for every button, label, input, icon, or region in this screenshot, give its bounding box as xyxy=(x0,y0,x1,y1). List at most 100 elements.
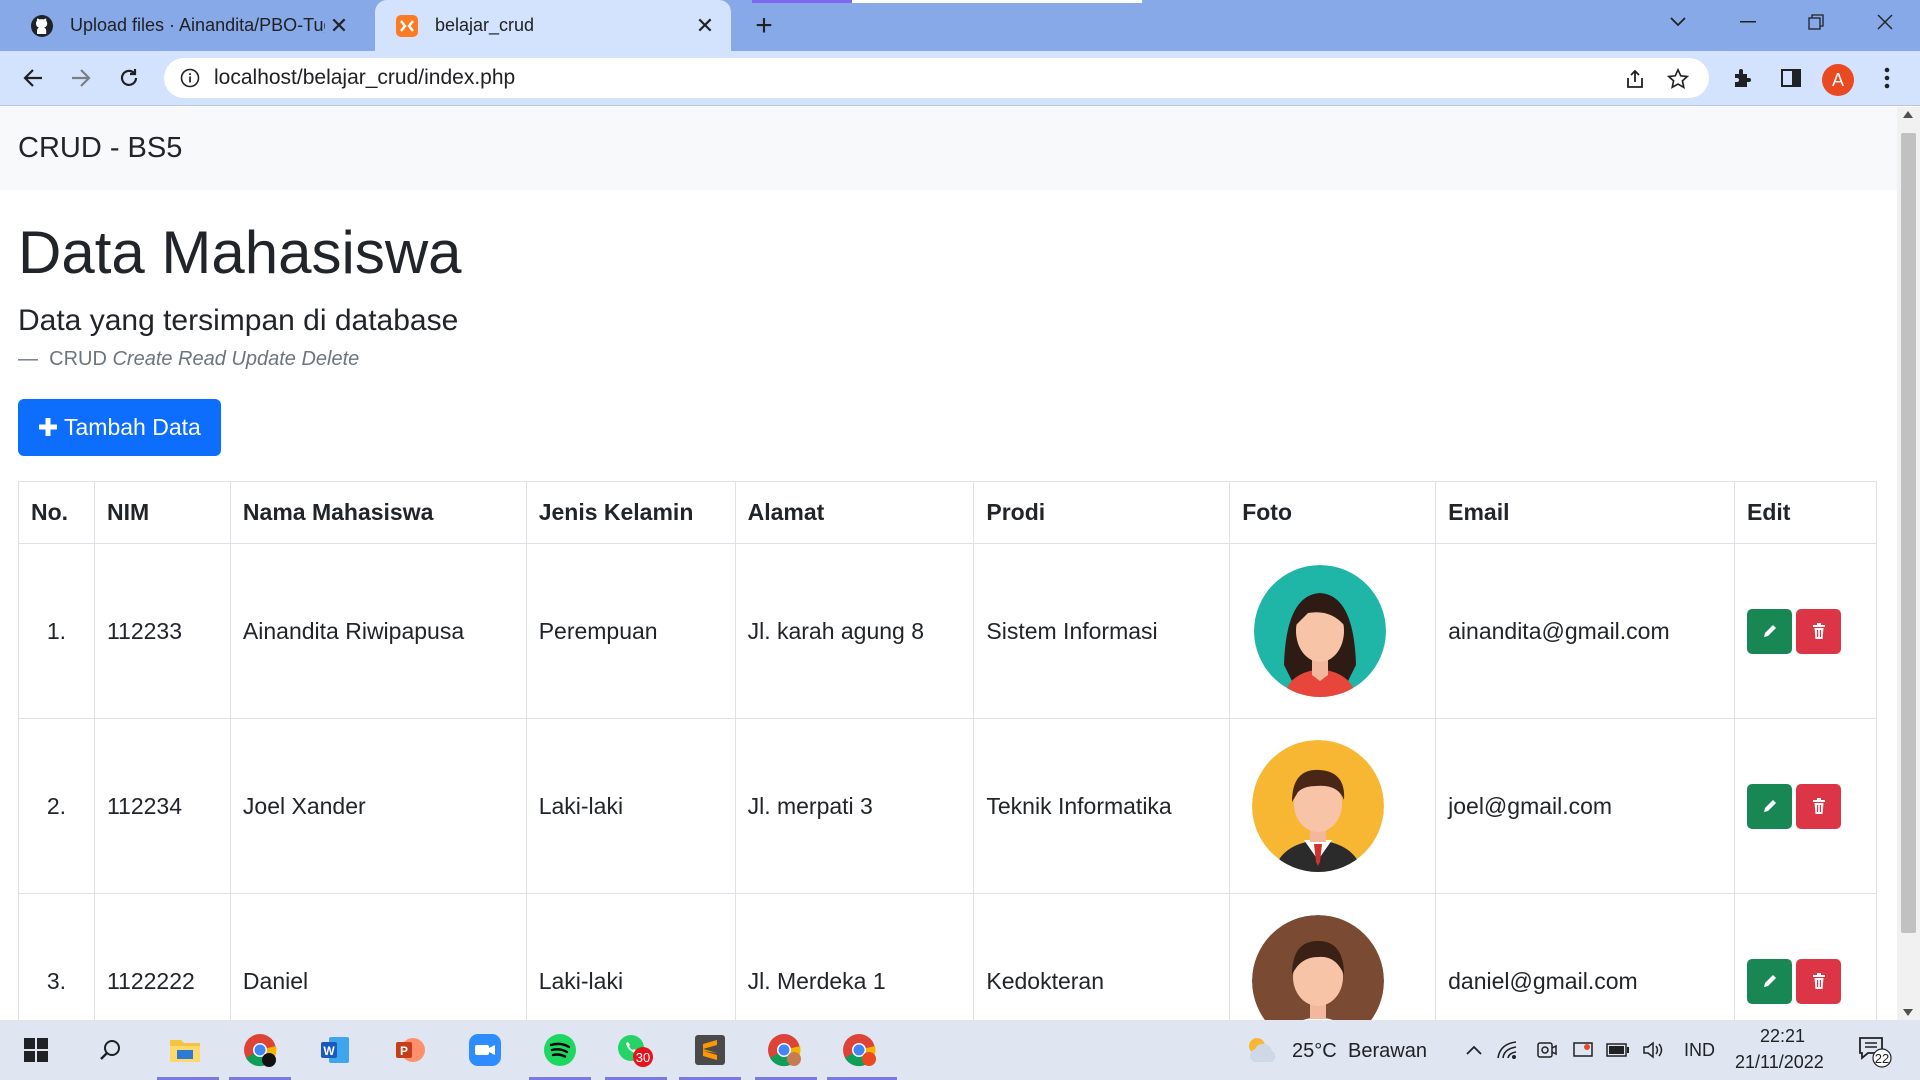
profile-avatar[interactable]: A xyxy=(1822,64,1854,96)
cell-prodi: Sistem Informasi xyxy=(973,543,1231,719)
blockquote-footer: — CRUD Create Read Update Delete xyxy=(18,348,360,370)
browser-toolbar: localhost/belajar_crud/index.php A xyxy=(0,51,1920,106)
word-icon[interactable]: W xyxy=(315,1030,355,1070)
close-icon[interactable]: ✕ xyxy=(325,12,353,40)
minimize-icon[interactable] xyxy=(1718,0,1778,44)
battery-icon[interactable] xyxy=(1603,1030,1633,1070)
browser-tab-strip: Upload files · Ainandita/PBO-Tug ✕ belaj… xyxy=(0,0,1920,51)
cell-prodi: Kedokteran xyxy=(973,893,1231,1020)
cell-jenis-kelamin: Laki-laki xyxy=(525,718,736,894)
weather-desc[interactable]: Berawan xyxy=(1348,1040,1427,1063)
tab-upload-files[interactable]: Upload files · Ainandita/PBO-Tug ✕ xyxy=(10,0,365,51)
reload-icon[interactable] xyxy=(110,59,148,97)
tab-search-icon[interactable] xyxy=(1648,0,1708,44)
camera-icon[interactable] xyxy=(1532,1030,1562,1070)
web-page: CRUD - BS5 Data Mahasiswa Data yang ters… xyxy=(0,107,1897,1020)
delete-button[interactable] xyxy=(1796,608,1842,654)
table-row: 3. 1122222 Daniel Laki-laki Jl. Merdeka … xyxy=(18,893,1877,1020)
svg-text:W: W xyxy=(323,1044,335,1058)
cell-email: ainandita@gmail.com xyxy=(1435,543,1736,719)
info-icon[interactable] xyxy=(178,66,202,90)
search-icon[interactable] xyxy=(90,1030,130,1070)
tab-title: Upload files · Ainandita/PBO-Tug xyxy=(70,15,325,35)
male-avatar-photo xyxy=(1252,915,1385,1020)
footer-prefix: CRUD xyxy=(49,348,107,370)
trash-icon xyxy=(1812,798,1825,814)
scroll-up-icon[interactable] xyxy=(1903,111,1913,118)
file-explorer-icon[interactable] xyxy=(165,1030,205,1070)
windows-start-icon[interactable] xyxy=(16,1030,56,1070)
cell-nim: 112234 xyxy=(93,718,231,894)
chevron-up-icon[interactable] xyxy=(1454,1030,1494,1070)
cell-foto xyxy=(1229,543,1437,719)
table-row: 2. 112234 Joel Xander Laki-laki Jl. merp… xyxy=(18,718,1877,894)
close-window-icon[interactable] xyxy=(1855,0,1915,44)
display-icon[interactable] xyxy=(1568,1030,1598,1070)
side-panel-icon[interactable] xyxy=(1772,59,1810,97)
svg-text:P: P xyxy=(400,1044,408,1058)
address-bar[interactable]: localhost/belajar_crud/index.php xyxy=(164,58,1709,98)
zoom-icon[interactable] xyxy=(465,1030,505,1070)
chrome-profile-icon[interactable] xyxy=(765,1030,805,1070)
edit-button[interactable] xyxy=(1747,608,1793,654)
restore-icon[interactable] xyxy=(1786,0,1846,44)
menu-kebab-icon[interactable] xyxy=(1868,59,1906,97)
cell-nama: Ainandita Riwipapusa xyxy=(229,543,527,719)
students-table: No. NIM Nama Mahasiswa Jenis Kelamin Ala… xyxy=(18,481,1877,1020)
scroll-down-icon[interactable] xyxy=(1903,1009,1913,1016)
tab-title: belajar_crud xyxy=(435,15,535,35)
xampp-icon xyxy=(395,14,419,38)
chrome-active-icon[interactable] xyxy=(840,1030,880,1070)
forward-icon[interactable] xyxy=(62,59,100,97)
cell-alamat: Jl. merpati 3 xyxy=(734,718,975,894)
clock-date[interactable]: 21/11/2022 xyxy=(1735,1052,1824,1073)
trash-icon xyxy=(1812,973,1825,989)
spotify-icon[interactable] xyxy=(540,1030,580,1070)
navbar-brand[interactable]: CRUD - BS5 xyxy=(18,132,182,165)
network-icon[interactable] xyxy=(1492,1030,1522,1070)
cell-foto xyxy=(1229,718,1437,894)
new-tab-button[interactable]: + xyxy=(748,9,780,42)
cell-nim: 1122222 xyxy=(93,893,231,1020)
table-header-row: No. NIM Nama Mahasiswa Jenis Kelamin Ala… xyxy=(18,481,1877,544)
whatsapp-icon[interactable]: 30 xyxy=(615,1030,655,1070)
scrollbar-thumb[interactable] xyxy=(1901,133,1916,933)
trash-icon xyxy=(1812,623,1825,639)
column-header: No. xyxy=(18,481,95,544)
powerpoint-icon[interactable]: P xyxy=(390,1030,430,1070)
column-header: Alamat xyxy=(734,481,975,544)
close-icon[interactable]: ✕ xyxy=(691,12,719,40)
notification-icon[interactable]: 22 xyxy=(1854,1030,1894,1070)
add-data-button[interactable]: Tambah Data xyxy=(18,399,221,456)
female-avatar-photo xyxy=(1254,565,1387,697)
language-indicator[interactable]: IND xyxy=(1684,1040,1715,1061)
sublime-text-icon[interactable] xyxy=(690,1030,730,1070)
delete-button[interactable] xyxy=(1796,783,1842,829)
edit-button[interactable] xyxy=(1747,958,1793,1004)
weather-cloudy-icon[interactable] xyxy=(1242,1030,1282,1070)
cell-nama: Joel Xander xyxy=(229,718,527,894)
bookmark-star-icon[interactable] xyxy=(1664,65,1692,93)
notification-count: 22 xyxy=(1875,1051,1889,1066)
cell-no: 2. xyxy=(18,718,95,894)
extensions-icon[interactable] xyxy=(1724,59,1762,97)
clock-time[interactable]: 22:21 xyxy=(1760,1026,1805,1047)
chrome-icon[interactable] xyxy=(240,1030,280,1070)
share-icon[interactable] xyxy=(1621,65,1649,93)
loading-bar xyxy=(752,0,1142,3)
cell-alamat: Jl. Merdeka 1 xyxy=(734,893,975,1020)
column-header: Foto xyxy=(1229,481,1437,544)
cell-prodi: Teknik Informatika xyxy=(973,718,1231,894)
weather-temp[interactable]: 25°C xyxy=(1292,1040,1337,1063)
footer-emphasis: Create Read Update Delete xyxy=(112,348,360,370)
back-icon[interactable] xyxy=(14,59,52,97)
volume-icon[interactable] xyxy=(1638,1030,1668,1070)
add-data-label: Tambah Data xyxy=(64,414,201,440)
column-header: Nama Mahasiswa xyxy=(229,481,527,544)
delete-button[interactable] xyxy=(1796,958,1842,1004)
tab-belajar-crud[interactable]: belajar_crud ✕ xyxy=(375,0,731,51)
cell-edit xyxy=(1734,543,1877,719)
page-scrollbar[interactable] xyxy=(1897,107,1920,1020)
column-header: Edit xyxy=(1734,481,1877,544)
edit-button[interactable] xyxy=(1747,783,1793,829)
